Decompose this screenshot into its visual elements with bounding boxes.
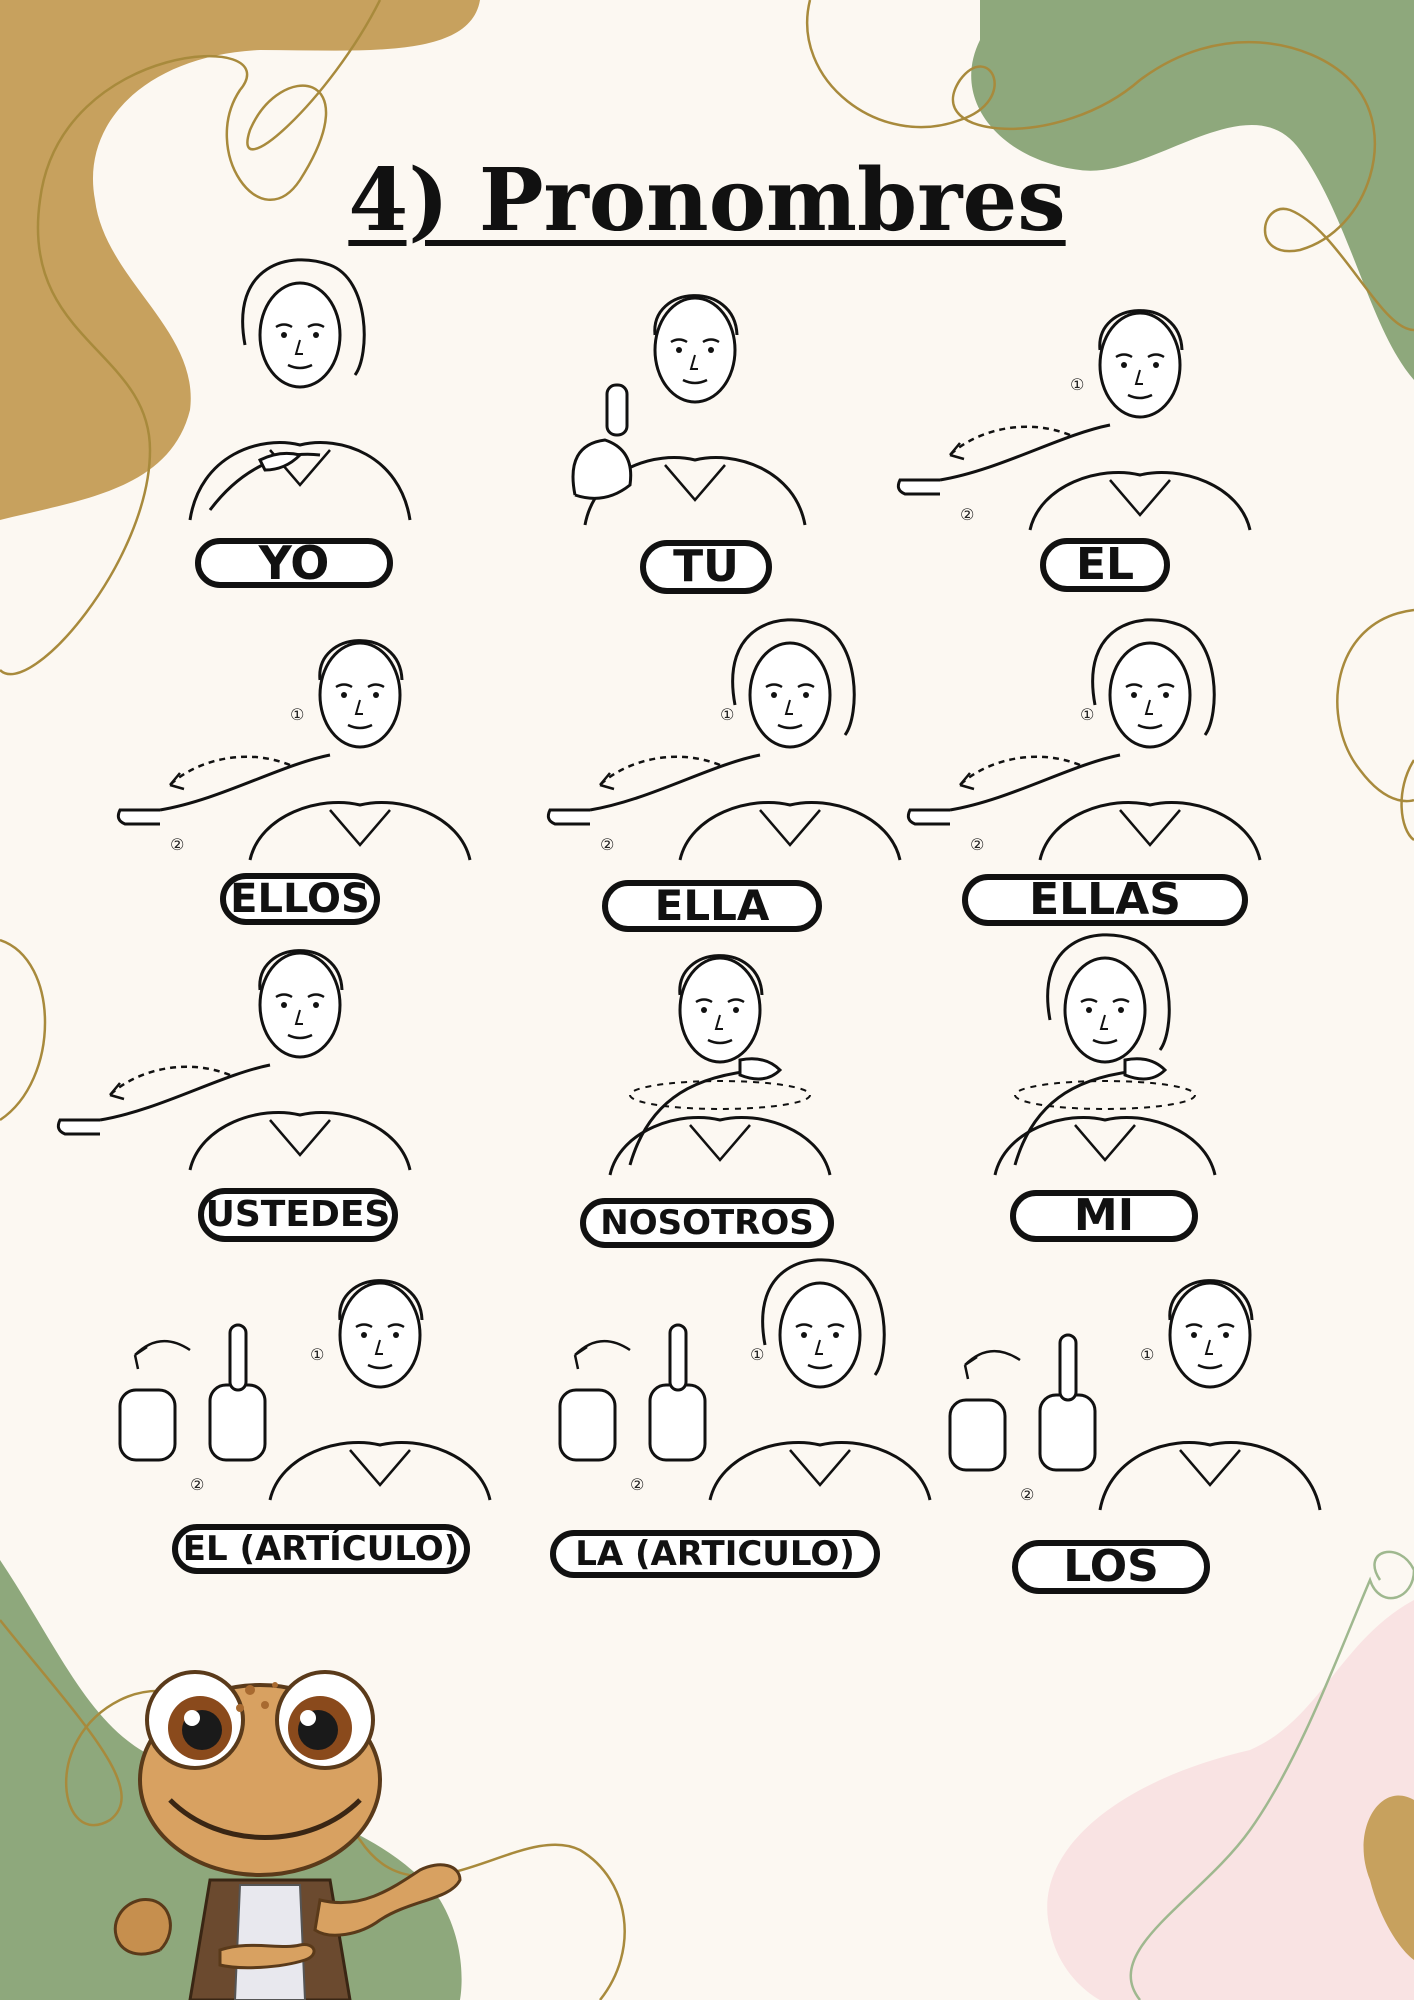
decor-line-right (1336, 608, 1414, 803)
sign-label: ELLAS (962, 874, 1248, 926)
sign-drawing (993, 933, 1217, 1176)
sign-illustration: ①② (118, 1260, 492, 1510)
sign-illustration: ①② (546, 618, 902, 870)
sign-drawing: ①② (948, 1279, 1322, 1511)
sign-drawing: ①② (546, 618, 902, 861)
pink-blob-bottom-right (1047, 1600, 1414, 2000)
sign-label: USTEDES (198, 1188, 398, 1242)
sign-drawing: ①② (558, 1258, 932, 1501)
sign-label: NOSOTROS (580, 1198, 834, 1248)
step-marker-2: ② (970, 835, 984, 854)
sign-illustration (560, 275, 830, 535)
step-marker-2: ② (960, 505, 974, 524)
step-marker-2: ② (1020, 1485, 1034, 1504)
sign-label: TÚ (640, 540, 772, 594)
sign-illustration: ①② (550, 1258, 932, 1510)
sign-drawing: ①② (118, 1279, 492, 1501)
step-marker-1: ① (290, 705, 304, 724)
step-marker-2: ② (600, 835, 614, 854)
sign-label: ÉL (1040, 538, 1170, 592)
sign-illustration (170, 258, 430, 530)
decor-line-left (0, 938, 47, 1122)
sign-illustration: ①② (896, 290, 1252, 540)
page-title: 4) Pronombres (348, 150, 1066, 251)
sign-drawing: ①② (906, 618, 1262, 861)
step-marker-2: ② (190, 1475, 204, 1494)
sign-illustration: ①② (948, 1260, 1322, 1520)
sign-label: ELLA (602, 880, 822, 932)
step-marker-2: ② (170, 835, 184, 854)
sign-drawing (188, 258, 412, 521)
sign-illustration (56, 930, 450, 1180)
step-marker-1: ① (1080, 705, 1094, 724)
step-marker-1: ① (1140, 1345, 1154, 1364)
sign-drawing: ①② (896, 309, 1252, 531)
step-marker-2: ② (630, 1475, 644, 1494)
sign-label: EL (ARTÍCULO) (172, 1524, 470, 1574)
sign-drawing (56, 949, 412, 1171)
sign-drawing (608, 954, 832, 1176)
sign-label: ELLOS (220, 873, 380, 925)
step-marker-1: ① (720, 705, 734, 724)
step-marker-1: ① (1070, 375, 1084, 394)
sign-drawing: ①② (116, 639, 472, 861)
sign-label: LA (ARTICULO) (550, 1530, 880, 1578)
sign-drawing (571, 294, 807, 526)
sign-illustration: ①② (116, 620, 472, 870)
sign-illustration (600, 935, 840, 1185)
sign-illustration: ①② (906, 618, 1262, 870)
sign-label: YO (195, 538, 393, 588)
sign-label: MI (1010, 1190, 1198, 1242)
gecko-mascot-icon (113, 1670, 462, 2000)
sign-label: LOS (1012, 1540, 1210, 1594)
step-marker-1: ① (310, 1345, 324, 1364)
step-marker-1: ① (750, 1345, 764, 1364)
sign-illustration (980, 933, 1230, 1185)
